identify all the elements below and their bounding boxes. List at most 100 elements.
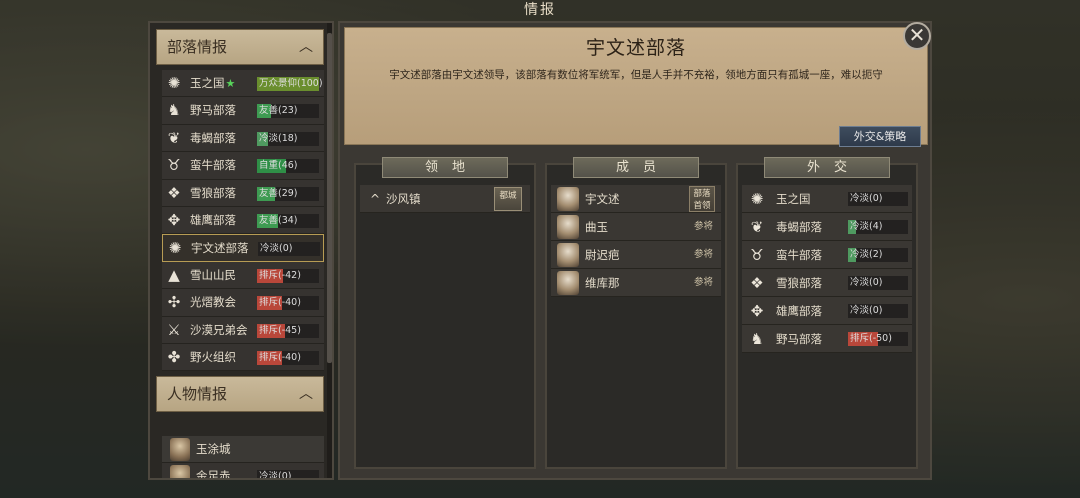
faction-summary: 宇文述部落 宇文述部落由宇文述领导，该部落有数位将军统军，但是人手并不充裕，领地… <box>344 27 928 147</box>
tribe-name: 玉之国★ <box>190 76 236 90</box>
relation-text: 冷淡(0) <box>259 471 292 480</box>
character-row[interactable]: 金足赤 冷淡(0) <box>162 463 324 480</box>
scrollbar-thumb[interactable] <box>327 33 332 363</box>
character-section-header[interactable]: 人物情报 ︿ <box>156 376 324 412</box>
diplomacy-row[interactable]: ♉ 蛮牛部落 冷淡(2) <box>742 241 912 269</box>
tribe-row[interactable]: ✣ 光熠教会 排斥(-40) <box>162 289 324 317</box>
bull-icon: ♉ <box>167 156 181 175</box>
faction-name: 雪狼部落 <box>776 276 822 290</box>
relation-text: 友善(29) <box>259 187 298 199</box>
faction-title: 宇文述部落 <box>585 37 686 59</box>
scorpion-icon: ❦ <box>750 218 764 236</box>
member-row[interactable]: 曲玉 参将 <box>551 213 721 241</box>
relation-text: 排斥(-40) <box>259 351 301 363</box>
eagle-icon: ✥ <box>750 302 764 320</box>
faction-name: 玉之国 <box>776 192 811 206</box>
member-name: 尉迟疤 <box>585 248 620 262</box>
character-name: 金足赤 <box>196 469 231 480</box>
relation-text: 排斥(-50) <box>850 333 892 344</box>
member-row[interactable]: 宇文述 部落首领 <box>551 185 721 213</box>
relation-bar: 冷淡(0) <box>848 276 908 290</box>
tribe-name: 雄鹰部落 <box>190 212 236 227</box>
member-role: 参将 <box>693 221 713 232</box>
tribe-row[interactable]: ⚔ 沙漠兄弟会 排斥(-45) <box>162 316 324 344</box>
territory-list: ^ 沙风镇 都城 <box>360 185 530 213</box>
tribe-row[interactable]: ✤ 野火组织 排斥(-40) <box>162 343 324 372</box>
relation-text: 友善(23) <box>259 105 298 117</box>
member-portrait <box>557 215 579 239</box>
territory-row[interactable]: ^ 沙风镇 都城 <box>360 185 530 213</box>
member-row[interactable]: 尉迟疤 参将 <box>551 241 721 269</box>
territory-header: 领地 <box>382 157 508 178</box>
tribe-name: 雪狼部落 <box>190 185 236 200</box>
relation-bar: 排斥(-42) <box>257 268 319 283</box>
relation-bar: 万众景仰(100) <box>257 77 323 91</box>
diplomacy-column: 外交 ✺ 玉之国 冷淡(0) ❦ 毒蝎部落 冷淡(4) ♉ 蛮牛部落 冷淡(2) ❖ 雪狼部落 冷淡(… <box>736 157 918 469</box>
close-button[interactable]: ✕ <box>903 22 931 50</box>
tribe-name: 沙漠兄弟会 <box>190 322 248 337</box>
character-portrait <box>170 438 190 461</box>
eagle-icon: ✥ <box>167 210 181 229</box>
scorpion-icon: ❦ <box>167 128 181 147</box>
crest-icon: ✺ <box>168 239 182 258</box>
tribe-name: 野马部落 <box>190 103 236 118</box>
character-list: 玉涂城金足赤 冷淡(0) <box>162 436 324 480</box>
tribe-row[interactable]: ♞ 野马部落 友善(23) <box>162 97 324 125</box>
member-portrait <box>557 187 579 211</box>
territory-name: 沙风镇 <box>386 192 421 206</box>
diplomacy-strategy-button[interactable]: 外交&策略 <box>839 126 921 147</box>
tribe-row[interactable]: ✺ 玉之国★ 万众景仰(100) <box>162 70 324 98</box>
relation-text: 排斥(-45) <box>259 324 301 336</box>
faction-name: 蛮牛部落 <box>776 248 822 262</box>
character-row[interactable]: 玉涂城 <box>162 436 324 463</box>
wolf-icon: ❖ <box>167 183 181 202</box>
relation-bar: 排斥(-50) <box>848 332 908 346</box>
favorite-star-icon: ★ <box>225 77 236 90</box>
relation-bar: 冷淡(2) <box>848 248 908 262</box>
bull-icon: ♉ <box>750 246 764 264</box>
relation-text: 自重(46) <box>259 160 298 172</box>
relation-bar: 友善(23) <box>257 104 319 119</box>
member-row[interactable]: 维库那 参将 <box>551 269 721 297</box>
character-portrait <box>170 465 190 478</box>
tribe-row[interactable]: ✥ 雄鹰部落 友善(34) <box>162 206 324 235</box>
diplomacy-row[interactable]: ♞ 野马部落 排斥(-50) <box>742 325 912 353</box>
intel-sidebar: 部落情报 ︿ ✺ 玉之国★ 万众景仰(100) ♞ 野马部落 友善(23) ❦ 毒蝎部落 冷淡(… <box>148 21 334 480</box>
relation-bar: 排斥(-45) <box>257 323 319 338</box>
character-name: 玉涂城 <box>196 442 231 456</box>
horse-icon: ♞ <box>167 101 181 120</box>
relation-text: 冷淡(0) <box>850 277 883 288</box>
relation-bar: 排斥(-40) <box>257 296 319 311</box>
faction-name: 毒蝎部落 <box>776 220 822 234</box>
tribe-row[interactable]: ❖ 雪狼部落 友善(29) <box>162 179 324 207</box>
collapse-chevron-icon[interactable]: ︿ <box>299 377 313 411</box>
tribe-section-header[interactable]: 部落情报 ︿ <box>156 29 324 65</box>
members-header: 成员 <box>573 157 699 178</box>
tribe-row[interactable]: ❦ 毒蝎部落 冷淡(18) <box>162 124 324 153</box>
fire-icon: ✤ <box>167 347 181 366</box>
diplomacy-row[interactable]: ✺ 玉之国 冷淡(0) <box>742 185 912 213</box>
collapse-chevron-icon[interactable]: ︿ <box>299 30 313 64</box>
wolf-icon: ❖ <box>750 274 764 292</box>
relation-bar: 冷淡(0) <box>848 304 908 318</box>
caret-up-icon[interactable]: ^ <box>370 185 380 213</box>
diplomacy-row[interactable]: ✥ 雄鹰部落 冷淡(0) <box>742 297 912 325</box>
tribe-list: ✺ 玉之国★ 万众景仰(100) ♞ 野马部落 友善(23) ❦ 毒蝎部落 冷淡(18) ♉ 蛮牛部… <box>162 70 324 372</box>
relation-text: 冷淡(18) <box>259 132 298 144</box>
relation-bar: 冷淡(0) <box>257 470 319 480</box>
member-name: 宇文述 <box>585 192 620 206</box>
diplomacy-row[interactable]: ❦ 毒蝎部落 冷淡(4) <box>742 213 912 241</box>
relation-bar: 自重(46) <box>257 159 319 174</box>
tribe-row[interactable]: ♉ 蛮牛部落 自重(46) <box>162 152 324 180</box>
window-title: 情报 <box>524 2 556 18</box>
tribe-row[interactable]: ▲ 雪山山民 排斥(-42) <box>162 261 324 290</box>
diplomacy-list: ✺ 玉之国 冷淡(0) ❦ 毒蝎部落 冷淡(4) ♉ 蛮牛部落 冷淡(2) ❖ 雪狼部落 冷淡(0) ✥… <box>742 185 912 353</box>
relation-bar: 冷淡(18) <box>257 131 319 146</box>
relation-bar: 冷淡(0) <box>258 242 320 257</box>
member-name: 维库那 <box>585 276 620 290</box>
diplomacy-row[interactable]: ❖ 雪狼部落 冷淡(0) <box>742 269 912 297</box>
sidebar-scrollbar[interactable] <box>327 23 332 478</box>
horse-icon: ♞ <box>750 330 764 348</box>
tribe-row[interactable]: ✺ 宇文述部落 冷淡(0) <box>162 234 324 262</box>
member-portrait <box>557 243 579 267</box>
